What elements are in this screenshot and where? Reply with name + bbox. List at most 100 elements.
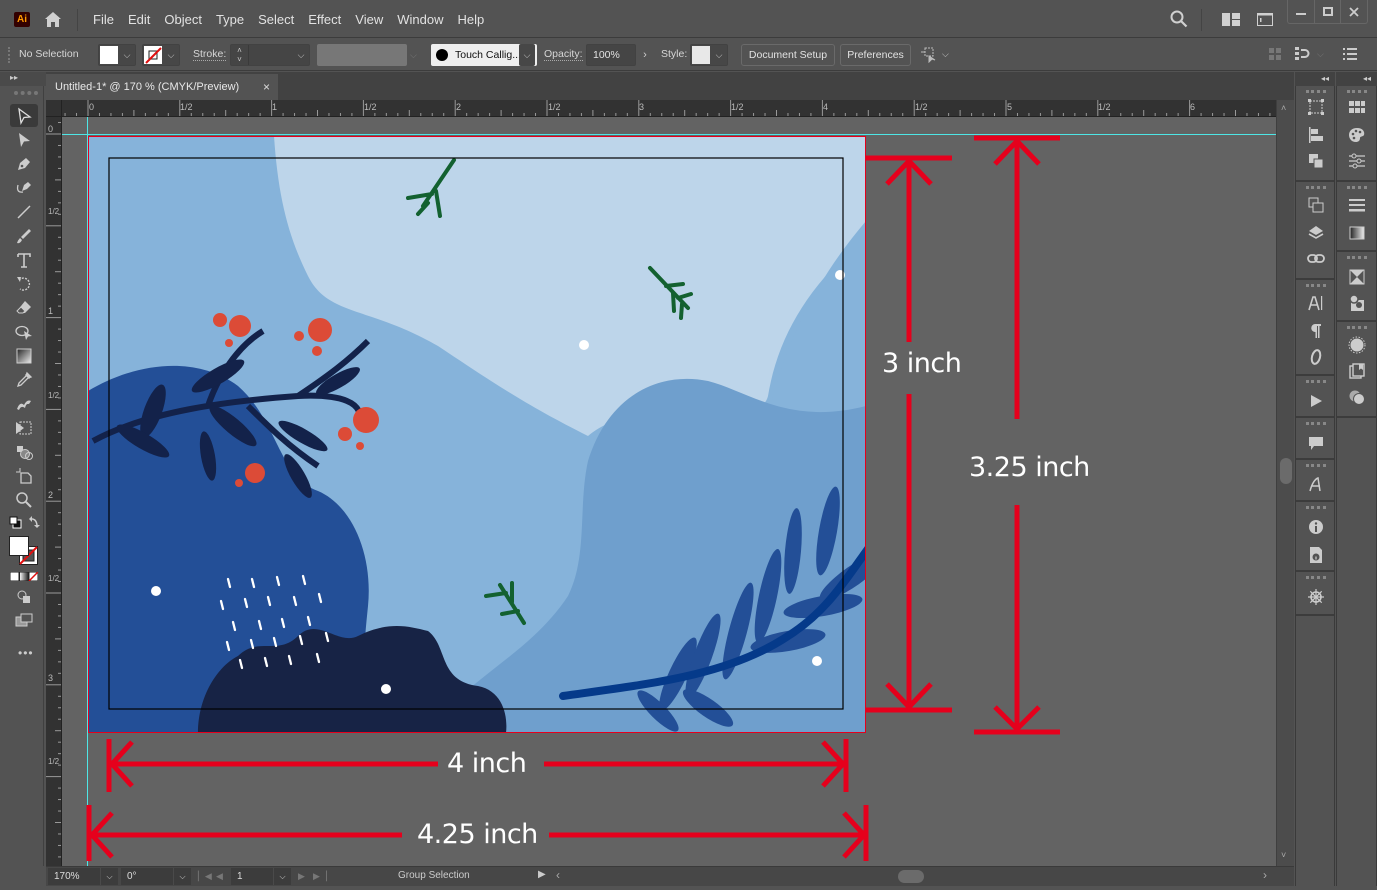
chevron-down-icon[interactable]: ⌵ (942, 49, 949, 60)
panel-group-grip[interactable] (1306, 506, 1326, 510)
vertical-scrollbar[interactable]: ˄ ˅ (1276, 100, 1294, 866)
layers-panel-button[interactable] (1304, 222, 1328, 244)
next-artboard-icon[interactable]: ▶ (298, 868, 305, 885)
document-info-panel-button[interactable] (1304, 544, 1328, 566)
symbols-panel-button[interactable] (1345, 334, 1369, 356)
artboard-tool[interactable] (10, 464, 38, 487)
home-icon[interactable] (44, 11, 62, 28)
artboard-number-field[interactable]: 1 (231, 868, 273, 885)
align-panel-button[interactable] (1304, 124, 1328, 146)
eyedropper-tool[interactable] (10, 368, 38, 391)
arrange-documents-icon[interactable] (1257, 13, 1273, 26)
character-panel-button[interactable] (1304, 292, 1328, 314)
pathfinder-panel-button[interactable] (1304, 150, 1328, 172)
color-mode-buttons[interactable] (10, 572, 38, 581)
swatches-panel-button[interactable] (1345, 96, 1369, 118)
live-paint-bucket-tool[interactable] (10, 440, 38, 463)
expand-toolbox-icon[interactable]: ▸▸ (10, 73, 18, 82)
more-tools-icon[interactable]: ••• (18, 646, 34, 660)
chevron-down-icon[interactable]: ⌵ (1317, 49, 1324, 60)
panel-group-grip[interactable] (1347, 256, 1367, 260)
workspace-switcher-icon[interactable] (1222, 13, 1240, 26)
vertical-scroll-thumb[interactable] (1280, 458, 1292, 484)
select-similar-icon[interactable] (920, 47, 938, 63)
appearance-panel-button[interactable] (1345, 292, 1369, 314)
zoom-level-field[interactable]: 170% (48, 868, 100, 885)
document-setup-button[interactable]: Document Setup (741, 44, 835, 66)
panel-group-grip[interactable] (1306, 576, 1326, 580)
stroke-weight-field[interactable]: ˄ ˅ ⌵ (230, 44, 310, 66)
gradient-panel-button[interactable] (1345, 222, 1369, 244)
collapse-panels-icon[interactable]: ◂◂ (1295, 72, 1335, 86)
opentype-panel-button[interactable] (1304, 346, 1328, 368)
status-menu-arrow-icon[interactable]: ▶ (538, 869, 546, 880)
artboard-chevron-icon[interactable]: ⌵ (273, 868, 291, 885)
align-to-pixel-icon[interactable] (1269, 48, 1281, 60)
panel-group-grip[interactable] (1306, 464, 1326, 468)
panel-group-grip[interactable] (1306, 422, 1326, 426)
zoom-chevron-icon[interactable]: ⌵ (100, 868, 118, 885)
zoom-tool[interactable] (10, 488, 38, 511)
preferences-button[interactable]: Preferences (840, 44, 911, 66)
close-tab-icon[interactable]: × (263, 74, 270, 100)
panel-group-grip[interactable] (1347, 90, 1367, 94)
screen-mode-icon[interactable] (15, 613, 33, 627)
panel-group-grip[interactable] (1347, 326, 1367, 330)
rotate-tool[interactable] (10, 272, 38, 295)
direct-selection-tool[interactable] (10, 128, 38, 151)
toolbox-grip[interactable] (14, 91, 38, 96)
menu-select[interactable]: Select (251, 12, 301, 27)
search-icon[interactable] (1170, 10, 1188, 28)
navigator-panel-button[interactable] (1304, 586, 1328, 608)
scroll-down-icon[interactable]: ˅ (1281, 850, 1286, 860)
horizontal-scroll-thumb[interactable] (898, 870, 924, 883)
swap-fill-stroke-icon[interactable] (28, 516, 40, 529)
asset-export-panel-button[interactable] (1345, 360, 1369, 382)
comments-panel-button[interactable] (1304, 432, 1328, 454)
panel-group-grip[interactable] (1306, 284, 1326, 288)
color-panel-button[interactable] (1345, 124, 1369, 146)
draw-mode-icon[interactable] (17, 590, 31, 604)
snap-magnet-icon[interactable] (1295, 46, 1311, 62)
type-tool[interactable] (10, 248, 38, 271)
actions-panel-button[interactable] (1304, 390, 1328, 412)
menu-type[interactable]: Type (209, 12, 251, 27)
menu-effect[interactable]: Effect (301, 12, 348, 27)
scroll-left-icon[interactable]: ‹ (556, 868, 560, 882)
menu-object[interactable]: Object (157, 12, 209, 27)
line-segment-tool[interactable] (10, 200, 38, 223)
document-tab[interactable]: Untitled-1* @ 170 % (CMYK/Preview) × (46, 74, 278, 100)
menu-window[interactable]: Window (390, 12, 450, 27)
maximize-button[interactable] (1315, 0, 1342, 23)
menu-help[interactable]: Help (450, 12, 491, 27)
ruler-origin[interactable] (46, 100, 62, 117)
curvature-tool[interactable] (10, 176, 38, 199)
brush-chevron-icon[interactable]: ⌵ (519, 44, 535, 66)
panel-menu-icon[interactable] (1343, 48, 1357, 60)
rotation-chevron-icon[interactable]: ⌵ (173, 868, 191, 885)
last-artboard-icon[interactable]: ▶▕ (313, 868, 327, 885)
paragraph-panel-button[interactable] (1304, 320, 1328, 342)
canvas-area[interactable]: 3 inch 3.25 inch 4 inch 4.25 inch (62, 117, 1276, 866)
graphic-styles-panel-button[interactable] (1345, 386, 1369, 408)
stroke-panel-button[interactable] (1345, 194, 1369, 216)
previous-artboard-icon[interactable]: ◀ (216, 868, 223, 885)
fill-color-dropdown[interactable]: ⌵ (98, 44, 136, 66)
panel-group-grip[interactable] (1306, 380, 1326, 384)
close-window-button[interactable] (1341, 0, 1367, 23)
eraser-tool[interactable] (10, 296, 38, 319)
pen-tool[interactable] (10, 152, 38, 175)
default-fill-stroke-icon[interactable] (9, 516, 22, 529)
first-artboard-icon[interactable]: ▏◀ (198, 868, 212, 885)
opacity-label[interactable]: Opacity: (544, 48, 583, 61)
horizontal-ruler[interactable]: 0 1/2 1 1/2 2 1/2 3 1/2 4 1/2 5 1/2 6 (62, 100, 1276, 117)
panel-group-grip[interactable] (1347, 186, 1367, 190)
stroke-label[interactable]: Stroke: (193, 48, 227, 61)
scroll-right-icon[interactable]: › (1263, 868, 1267, 882)
variable-width-profile[interactable] (317, 44, 407, 66)
panel-group-grip[interactable] (1306, 90, 1326, 94)
glyphs-panel-button[interactable] (1304, 474, 1328, 496)
gradient-tool[interactable] (10, 344, 38, 367)
fill-color-box[interactable] (9, 536, 29, 556)
artboards-panel-button[interactable] (1304, 194, 1328, 216)
